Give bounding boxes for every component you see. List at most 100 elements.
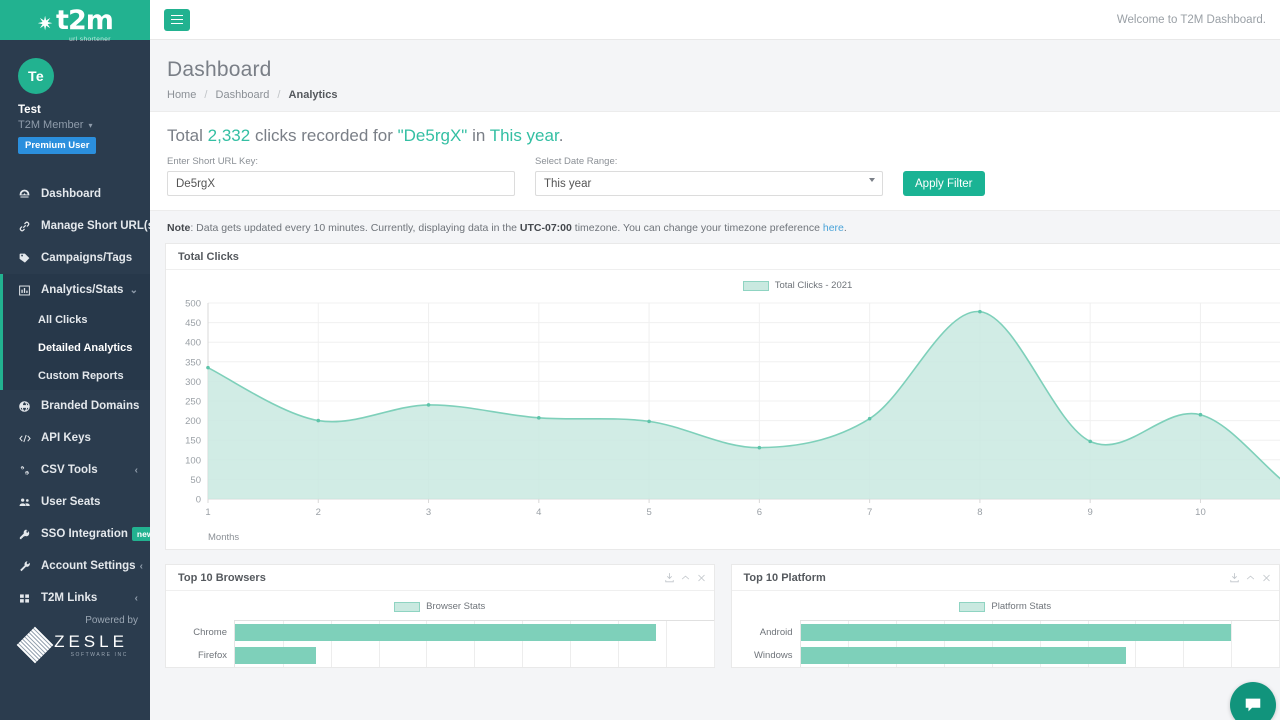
user-profile: Te Test T2M Member ▾ Premium User [0, 40, 150, 168]
avatar[interactable]: Te [18, 58, 54, 94]
breadcrumb-separator: / [277, 89, 280, 101]
svg-text:50: 50 [190, 475, 201, 486]
svg-text:400: 400 [185, 338, 201, 349]
sidebar-item-dashboard[interactable]: Dashboard [0, 178, 150, 210]
area-plot: 0501001502002503003504004505001234567891… [166, 297, 1280, 529]
new-badge: new [132, 527, 150, 541]
chevron-down-icon: ▾ [88, 121, 92, 130]
sidebar-item-t2m-links[interactable]: T2M Links ‹ [0, 582, 150, 614]
summary-in: in [472, 126, 485, 145]
chat-widget-button[interactable] [1230, 682, 1276, 720]
chart-legend: Browser Stats [166, 601, 714, 612]
sidebar-item-campaigns-tags[interactable]: Campaigns/Tags [0, 242, 150, 274]
bar-row: Chrome [166, 621, 714, 644]
sidebar-item-label: SSO Integration [41, 528, 128, 540]
sidebar-item-branded-domains[interactable]: Branded Domains [0, 390, 150, 422]
svg-text:4: 4 [536, 507, 541, 518]
summary-range: This year [490, 126, 559, 145]
total-clicks-panel: Total Clicks Total Clicks - 2021 0501001… [165, 243, 1280, 550]
download-icon[interactable] [665, 573, 674, 583]
sidebar-item-label: Analytics/Stats [41, 284, 126, 296]
panel-tools [665, 573, 706, 583]
brand-logo[interactable]: ✷ t2m url shortener [0, 0, 150, 40]
sidebar-item-custom-reports[interactable]: Custom Reports [0, 362, 150, 390]
bar-category-label: Firefox [166, 650, 234, 661]
sidebar-item-manage-short-urls[interactable]: Manage Short URL(s) ‹ [0, 210, 150, 242]
sidebar-toggle-button[interactable] [164, 9, 190, 31]
legend-label: Platform Stats [991, 601, 1051, 612]
sidebar-item-sso-integration[interactable]: SSO Integration new [0, 518, 150, 550]
bar-track [800, 644, 1280, 667]
grid-icon [18, 592, 34, 605]
filter-panel: Total 2,332 clicks recorded for "De5rgX"… [150, 111, 1280, 211]
bar-category-label: Chrome [166, 627, 234, 638]
users-icon [18, 496, 34, 509]
chevron-down-icon: ⌄ [130, 285, 138, 296]
user-role-dropdown[interactable]: T2M Member ▾ [18, 119, 150, 131]
svg-text:200: 200 [185, 416, 201, 427]
sidebar-item-analytics-stats[interactable]: Analytics/Stats ⌄ [0, 274, 150, 306]
hamburger-icon [171, 19, 183, 21]
legend-swatch [394, 602, 420, 612]
sidebar-item-detailed-analytics[interactable]: Detailed Analytics [0, 334, 150, 362]
summary-key: "De5rgX" [398, 126, 468, 145]
sidebar-item-csv-tools[interactable]: CSV Tools ‹ [0, 454, 150, 486]
note-timezone: UTC-07:00 [520, 222, 572, 234]
chat-bubble-icon [1243, 695, 1263, 715]
svg-text:1: 1 [205, 507, 210, 518]
sidebar-item-label: Dashboard [41, 188, 134, 200]
timezone-preference-link[interactable]: here [823, 222, 844, 234]
legend-label: Browser Stats [426, 601, 485, 612]
chart-legend: Platform Stats [732, 601, 1280, 612]
bar-category-label: Windows [732, 650, 800, 661]
download-icon[interactable] [1230, 573, 1239, 583]
sidebar-item-label: Manage Short URL(s) [41, 220, 150, 232]
filter-row: Enter Short URL Key: Select Date Range: … [167, 156, 1263, 196]
x-axis-label: Months [166, 532, 1280, 543]
panel-tools [1230, 573, 1271, 583]
chevron-icon: ‹ [140, 561, 143, 572]
note-text-1: : Data gets updated every 10 minutes. Cu… [190, 222, 520, 234]
date-range-group: Select Date Range: This year [535, 156, 883, 196]
close-icon[interactable] [697, 573, 706, 583]
sidebar-item-api-keys[interactable]: API Keys [0, 422, 150, 454]
status-badge: Premium User [18, 137, 96, 154]
close-icon[interactable] [1262, 573, 1271, 583]
chevron-icon: ‹ [135, 593, 138, 604]
sidebar-subitem-label: Detailed Analytics [38, 342, 132, 354]
svg-text:5: 5 [646, 507, 651, 518]
svg-text:2: 2 [316, 507, 321, 518]
powered-by-label: Powered by [0, 615, 150, 626]
bar-row: Android [732, 621, 1280, 644]
bottom-panels-row: Top 10 Browsers Browser Stats ChromeFire… [165, 564, 1280, 668]
svg-text:150: 150 [185, 436, 201, 447]
bar-row: Firefox [166, 644, 714, 667]
bar-fill [235, 647, 316, 664]
date-range-label: Select Date Range: [535, 156, 883, 167]
sidebar-item-user-seats[interactable]: User Seats [0, 486, 150, 518]
page-title: Dashboard [167, 58, 1280, 82]
search-input[interactable] [167, 171, 515, 196]
chevron-up-icon[interactable] [1246, 573, 1255, 583]
breadcrumb-item-home[interactable]: Home [167, 89, 196, 101]
wrench-icon [18, 560, 34, 573]
svg-text:3: 3 [426, 507, 431, 518]
svg-text:9: 9 [1088, 507, 1093, 518]
sidebar-item-all-clicks[interactable]: All Clicks [0, 306, 150, 334]
bar-track [234, 621, 714, 644]
svg-text:10: 10 [1195, 507, 1206, 518]
chevron-up-icon[interactable] [681, 573, 690, 583]
summary-count: 2,332 [208, 126, 251, 145]
date-range-select[interactable]: This year [535, 171, 883, 196]
short-url-key-group: Enter Short URL Key: [167, 156, 515, 196]
sidebar-item-account-settings[interactable]: Account Settings ‹ [0, 550, 150, 582]
sidebar-item-label: CSV Tools [41, 464, 131, 476]
svg-text:100: 100 [185, 455, 201, 466]
sidebar: ✷ t2m url shortener Te Test T2M Member ▾… [0, 0, 150, 720]
sidebar-subitem-label: Custom Reports [38, 370, 124, 382]
apply-filter-button[interactable]: Apply Filter [903, 171, 985, 196]
cogs-icon [18, 464, 34, 477]
sidebar-item-label: T2M Links [41, 592, 131, 604]
vendor-tagline: SOFTWARE INC [54, 652, 128, 658]
breadcrumb-item-dashboard[interactable]: Dashboard [216, 89, 270, 101]
